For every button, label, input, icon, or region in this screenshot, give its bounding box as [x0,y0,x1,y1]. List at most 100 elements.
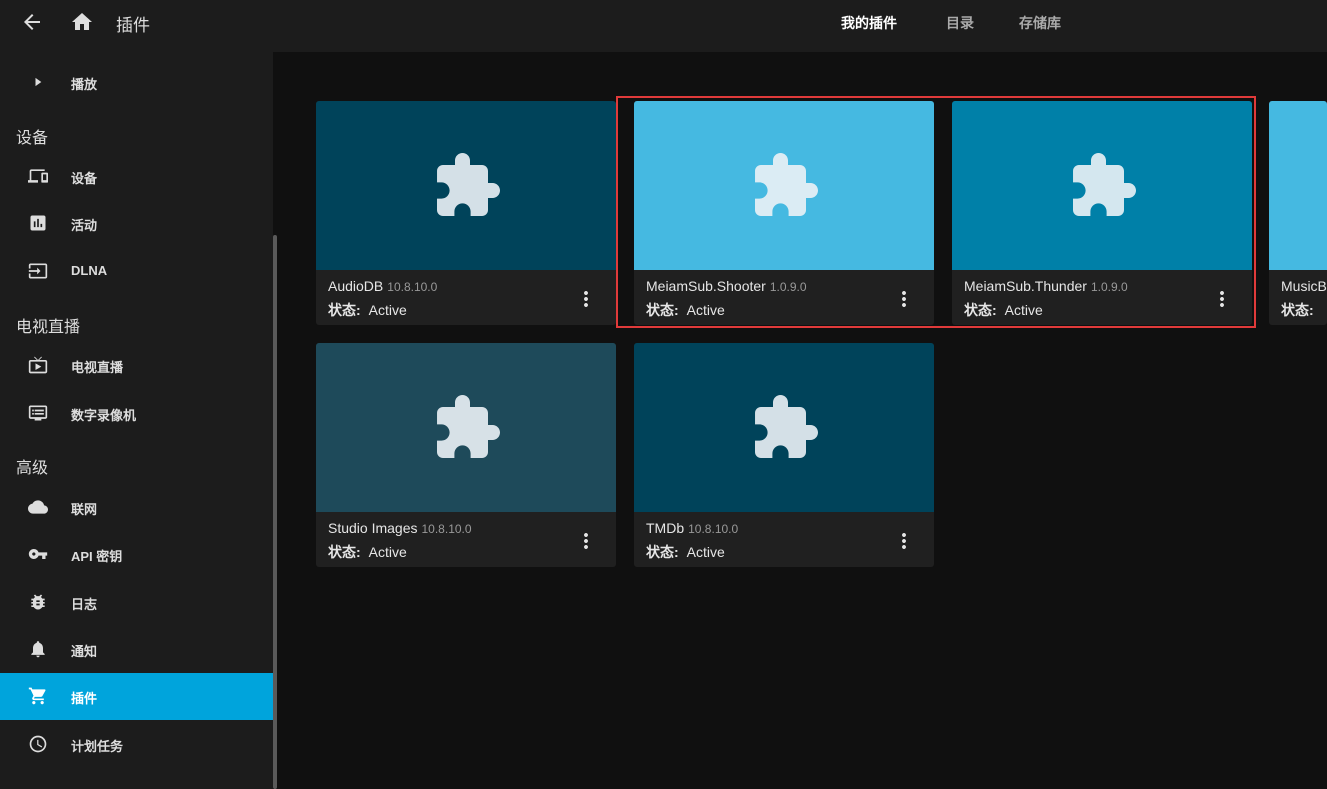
tab-catalog[interactable]: 目录 [946,13,974,33]
sidebar-item-playback[interactable]: 播放 [0,59,273,106]
plugin-name: AudioDB 10.8.10.0 [328,278,437,294]
plugin-thumbnail[interactable] [316,343,616,512]
sidebar-item-label: 联网 [71,502,98,517]
activity-icon [28,213,48,233]
sidebar-item-label: 插件 [71,691,98,706]
puzzle-piece-icon [1073,153,1136,216]
sidebar-item-api-keys[interactable]: API 密钥 [0,531,273,578]
plugin-thumbnail[interactable] [634,101,934,270]
plugin-version: 10.8.10.0 [421,522,472,536]
puzzle-piece-icon [755,153,818,216]
status-value: Active [686,544,725,560]
status-value: Active [686,302,725,318]
plugin-thumbnail[interactable] [634,343,934,512]
sidebar-item-label: 计划任务 [71,739,124,754]
plugin-status: 状态: [1281,300,1322,320]
status-value: Active [368,302,407,318]
more-options-icon[interactable] [892,287,916,311]
plugin-name-text: AudioDB [328,278,384,294]
plugin-thumbnail[interactable] [316,101,616,270]
page-title: 插件 [116,16,150,35]
section-header-live-tv: 电视直播 [16,319,81,336]
devices-icon [28,166,48,186]
more-options-icon[interactable] [1210,287,1234,311]
plugin-name-text: MeiamSub.Shooter [646,278,766,294]
sidebar-item-label: 活动 [71,218,98,233]
home-icon[interactable] [70,10,94,34]
more-options-icon[interactable] [892,529,916,553]
section-header-advanced: 高级 [16,460,49,477]
plugin-name: MeiamSub.Thunder 1.0.9.0 [964,278,1128,294]
sidebar-item-label: DLNA [71,263,108,278]
sidebar-item-networking[interactable]: 联网 [0,484,273,531]
plugin-thumbnail[interactable] [952,101,1252,270]
sidebar-item-label: 数字录像机 [71,408,137,423]
plugin-name: Studio Images 10.8.10.0 [328,520,472,536]
live-tv-icon [28,355,48,375]
status-label: 状态: [646,544,679,560]
puzzle-piece-icon [437,153,500,216]
plugin-version: 1.0.9.0 [769,280,807,294]
plugin-status: 状态: Active [964,300,1043,320]
plugin-card[interactable]: Studio Images 10.8.10.0 状态: Active [316,343,616,567]
puzzle-piece-icon [437,395,500,458]
sidebar-item-logs[interactable]: 日志 [0,579,273,626]
plugin-version: 1.0.9.0 [1090,280,1128,294]
sidebar-item-label: API 密钥 [71,549,123,564]
plugin-status: 状态: Active [646,300,725,320]
sidebar-item-dlna[interactable]: DLNA [0,248,273,295]
clock-icon [28,734,48,754]
sidebar-item-plugins[interactable]: 插件 [0,673,273,720]
sidebar-item-label: 播放 [71,77,98,92]
plugin-name: MeiamSub.Shooter 1.0.9.0 [646,278,807,294]
sidebar-item-live-tv[interactable]: 电视直播 [0,342,273,389]
tab-my-plugins[interactable]: 我的插件 [841,13,897,33]
sidebar-scrollbar[interactable] [273,52,279,789]
status-label: 状态: [328,544,361,560]
status-value: Active [368,544,407,560]
plugin-card[interactable]: MeiamSub.Thunder 1.0.9.0 状态: Active [952,101,1252,325]
cart-icon [28,686,48,706]
plugin-status: 状态: Active [328,542,407,562]
plugin-name: TMDb 10.8.10.0 [646,520,738,536]
input-icon [28,261,48,281]
key-icon [28,544,48,564]
sidebar-item-devices[interactable]: 设备 [0,153,273,200]
plugin-status: 状态: Active [328,300,407,320]
sidebar-item-notifications[interactable]: 通知 [0,626,273,673]
sidebar-item-activity[interactable]: 活动 [0,200,273,247]
back-arrow-icon[interactable] [20,10,44,34]
scrollbar-thumb[interactable] [273,235,277,789]
plugin-card[interactable]: MusicB 状态: [1269,101,1327,325]
puzzle-piece-icon [755,395,818,458]
sidebar-item-label: 通知 [71,644,98,659]
status-label: 状态: [646,302,679,318]
plugin-name-text: Studio Images [328,520,418,536]
bug-icon [28,592,48,612]
plugin-card[interactable]: TMDb 10.8.10.0 状态: Active [634,343,934,567]
status-label: 状态: [328,302,361,318]
header-bar: 插件 我的插件 目录 存储库 [0,0,1327,52]
plugin-card[interactable]: MeiamSub.Shooter 1.0.9.0 状态: Active [634,101,934,325]
status-label: 状态: [1281,302,1314,318]
more-options-icon[interactable] [574,529,598,553]
status-value: Active [1004,302,1043,318]
plugin-status: 状态: Active [646,542,725,562]
sidebar: 播放 设备 设备 活动 DLNA 电视直播 电视直播 数字录像机 高级 联网 A… [0,52,273,789]
plugin-thumbnail[interactable] [1269,101,1327,270]
plugin-name: MusicB [1281,278,1327,294]
sidebar-item-scheduled-tasks[interactable]: 计划任务 [0,721,273,768]
dvr-icon [28,403,48,423]
plugin-version: 10.8.10.0 [387,280,438,294]
status-label: 状态: [964,302,997,318]
sidebar-item-label: 设备 [71,171,98,186]
tab-repositories[interactable]: 存储库 [1019,13,1061,33]
more-options-icon[interactable] [574,287,598,311]
bell-icon [28,639,48,659]
plugin-name-text: MeiamSub.Thunder [964,278,1087,294]
plugin-name-text: MusicB [1281,278,1327,294]
section-header-devices: 设备 [16,130,49,147]
sidebar-item-label: 日志 [71,597,98,612]
plugin-card[interactable]: AudioDB 10.8.10.0 状态: Active [316,101,616,325]
sidebar-item-dvr[interactable]: 数字录像机 [0,390,273,437]
